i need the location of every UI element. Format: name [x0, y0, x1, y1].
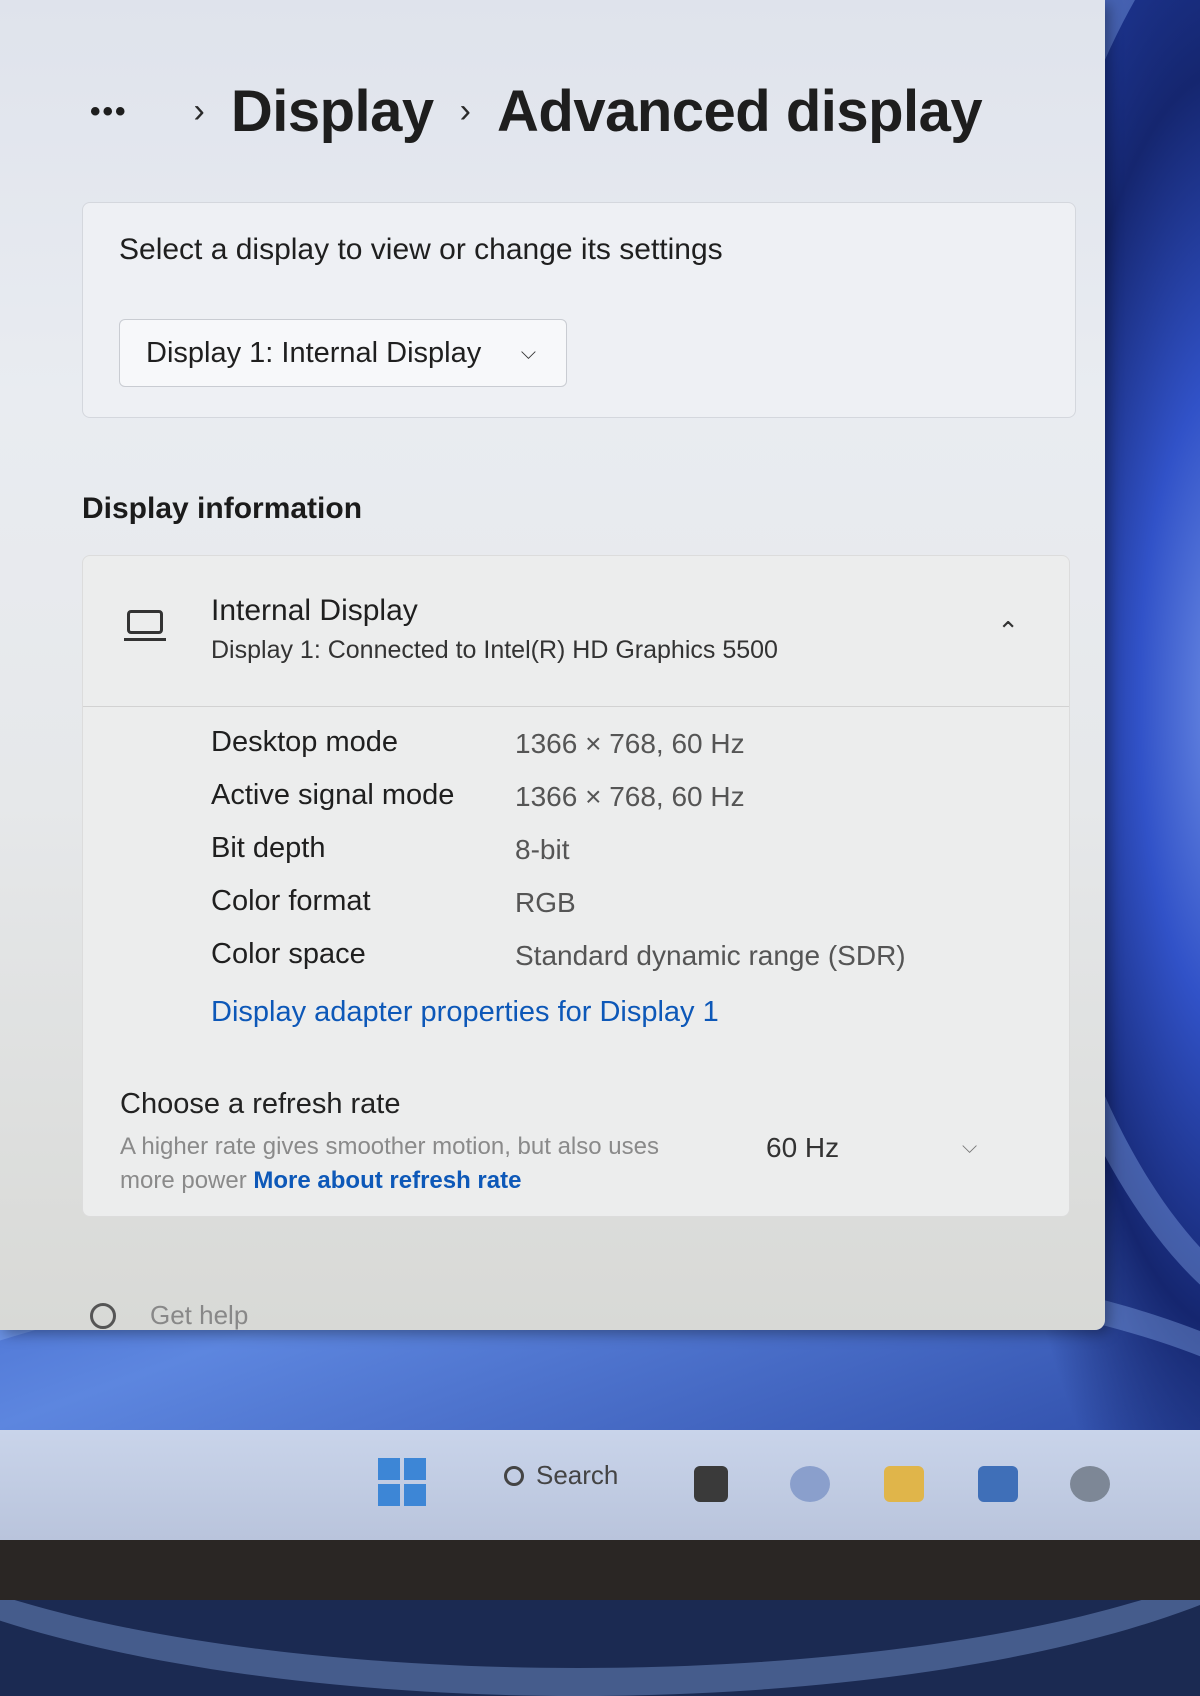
- chevron-right-icon: ›: [459, 92, 471, 130]
- monitor-icon: [124, 610, 166, 641]
- display-select-value: Display 1: Internal Display: [146, 336, 482, 369]
- screen-bezel: [0, 1540, 1200, 1600]
- property-value: 1366 × 768, 60 Hz: [515, 781, 745, 812]
- taskbar: Search: [0, 1430, 1200, 1540]
- property-value: 8-bit: [515, 834, 570, 865]
- breadcrumb: ••• › Display › Advanced display: [90, 78, 983, 145]
- refresh-rate-card: Choose a refresh rate A higher rate give…: [82, 1052, 1068, 1232]
- chat-icon[interactable]: [790, 1466, 830, 1502]
- property-label: Active signal mode: [211, 779, 455, 811]
- chevron-down-icon[interactable]: ⌵: [962, 1136, 977, 1159]
- display-connection: Display 1: Connected to Intel(R) HD Grap…: [211, 636, 778, 664]
- property-value: Standard dynamic range (SDR): [515, 940, 906, 971]
- property-value: 1366 × 768, 60 Hz: [515, 728, 745, 759]
- get-help-link[interactable]: Get help: [90, 1300, 248, 1331]
- property-label: Desktop mode: [211, 726, 398, 758]
- property-value: RGB: [515, 887, 576, 918]
- breadcrumb-display[interactable]: Display: [231, 78, 434, 145]
- search-label: Search: [536, 1460, 619, 1490]
- refresh-rate-description: A higher rate gives smoother motion, but…: [120, 1130, 680, 1198]
- taskbar-search[interactable]: Search: [504, 1460, 618, 1491]
- refresh-rate-title: Choose a refresh rate: [120, 1088, 401, 1120]
- task-view-icon[interactable]: [694, 1466, 728, 1502]
- select-display-card: Select a display to view or change its s…: [82, 202, 1076, 418]
- get-help-label: Get help: [150, 1300, 249, 1330]
- property-label: Color format: [211, 885, 371, 917]
- windows-start-icon[interactable]: [378, 1458, 426, 1506]
- help-icon: [90, 1302, 116, 1329]
- select-display-prompt: Select a display to view or change its s…: [119, 233, 723, 266]
- property-label: Color space: [211, 938, 366, 970]
- display-name: Internal Display: [211, 594, 418, 627]
- page-title: Advanced display: [497, 79, 983, 144]
- search-icon: [504, 1465, 524, 1486]
- settings-window: ••• › Display › Advanced display Select …: [0, 0, 1105, 1330]
- chevron-right-icon: ›: [193, 92, 205, 130]
- display-adapter-properties-link[interactable]: Display adapter properties for Display 1: [211, 996, 719, 1029]
- more-about-refresh-rate-link[interactable]: More about refresh rate: [253, 1167, 521, 1194]
- settings-gear-icon[interactable]: [1070, 1466, 1110, 1502]
- section-title-display-information: Display information: [82, 492, 363, 525]
- property-label: Bit depth: [211, 832, 326, 864]
- display-select-dropdown[interactable]: Display 1: Internal Display ⌵: [119, 319, 567, 387]
- chevron-up-icon[interactable]: ⌃: [997, 616, 1019, 647]
- refresh-rate-dropdown[interactable]: 60 Hz: [766, 1132, 839, 1164]
- store-icon[interactable]: [978, 1466, 1018, 1502]
- display-info-expander[interactable]: Internal Display Display 1: Connected to…: [83, 556, 1069, 707]
- file-explorer-icon[interactable]: [884, 1466, 924, 1502]
- chevron-down-icon: ⌵: [520, 342, 536, 364]
- more-options-icon[interactable]: •••: [90, 95, 128, 129]
